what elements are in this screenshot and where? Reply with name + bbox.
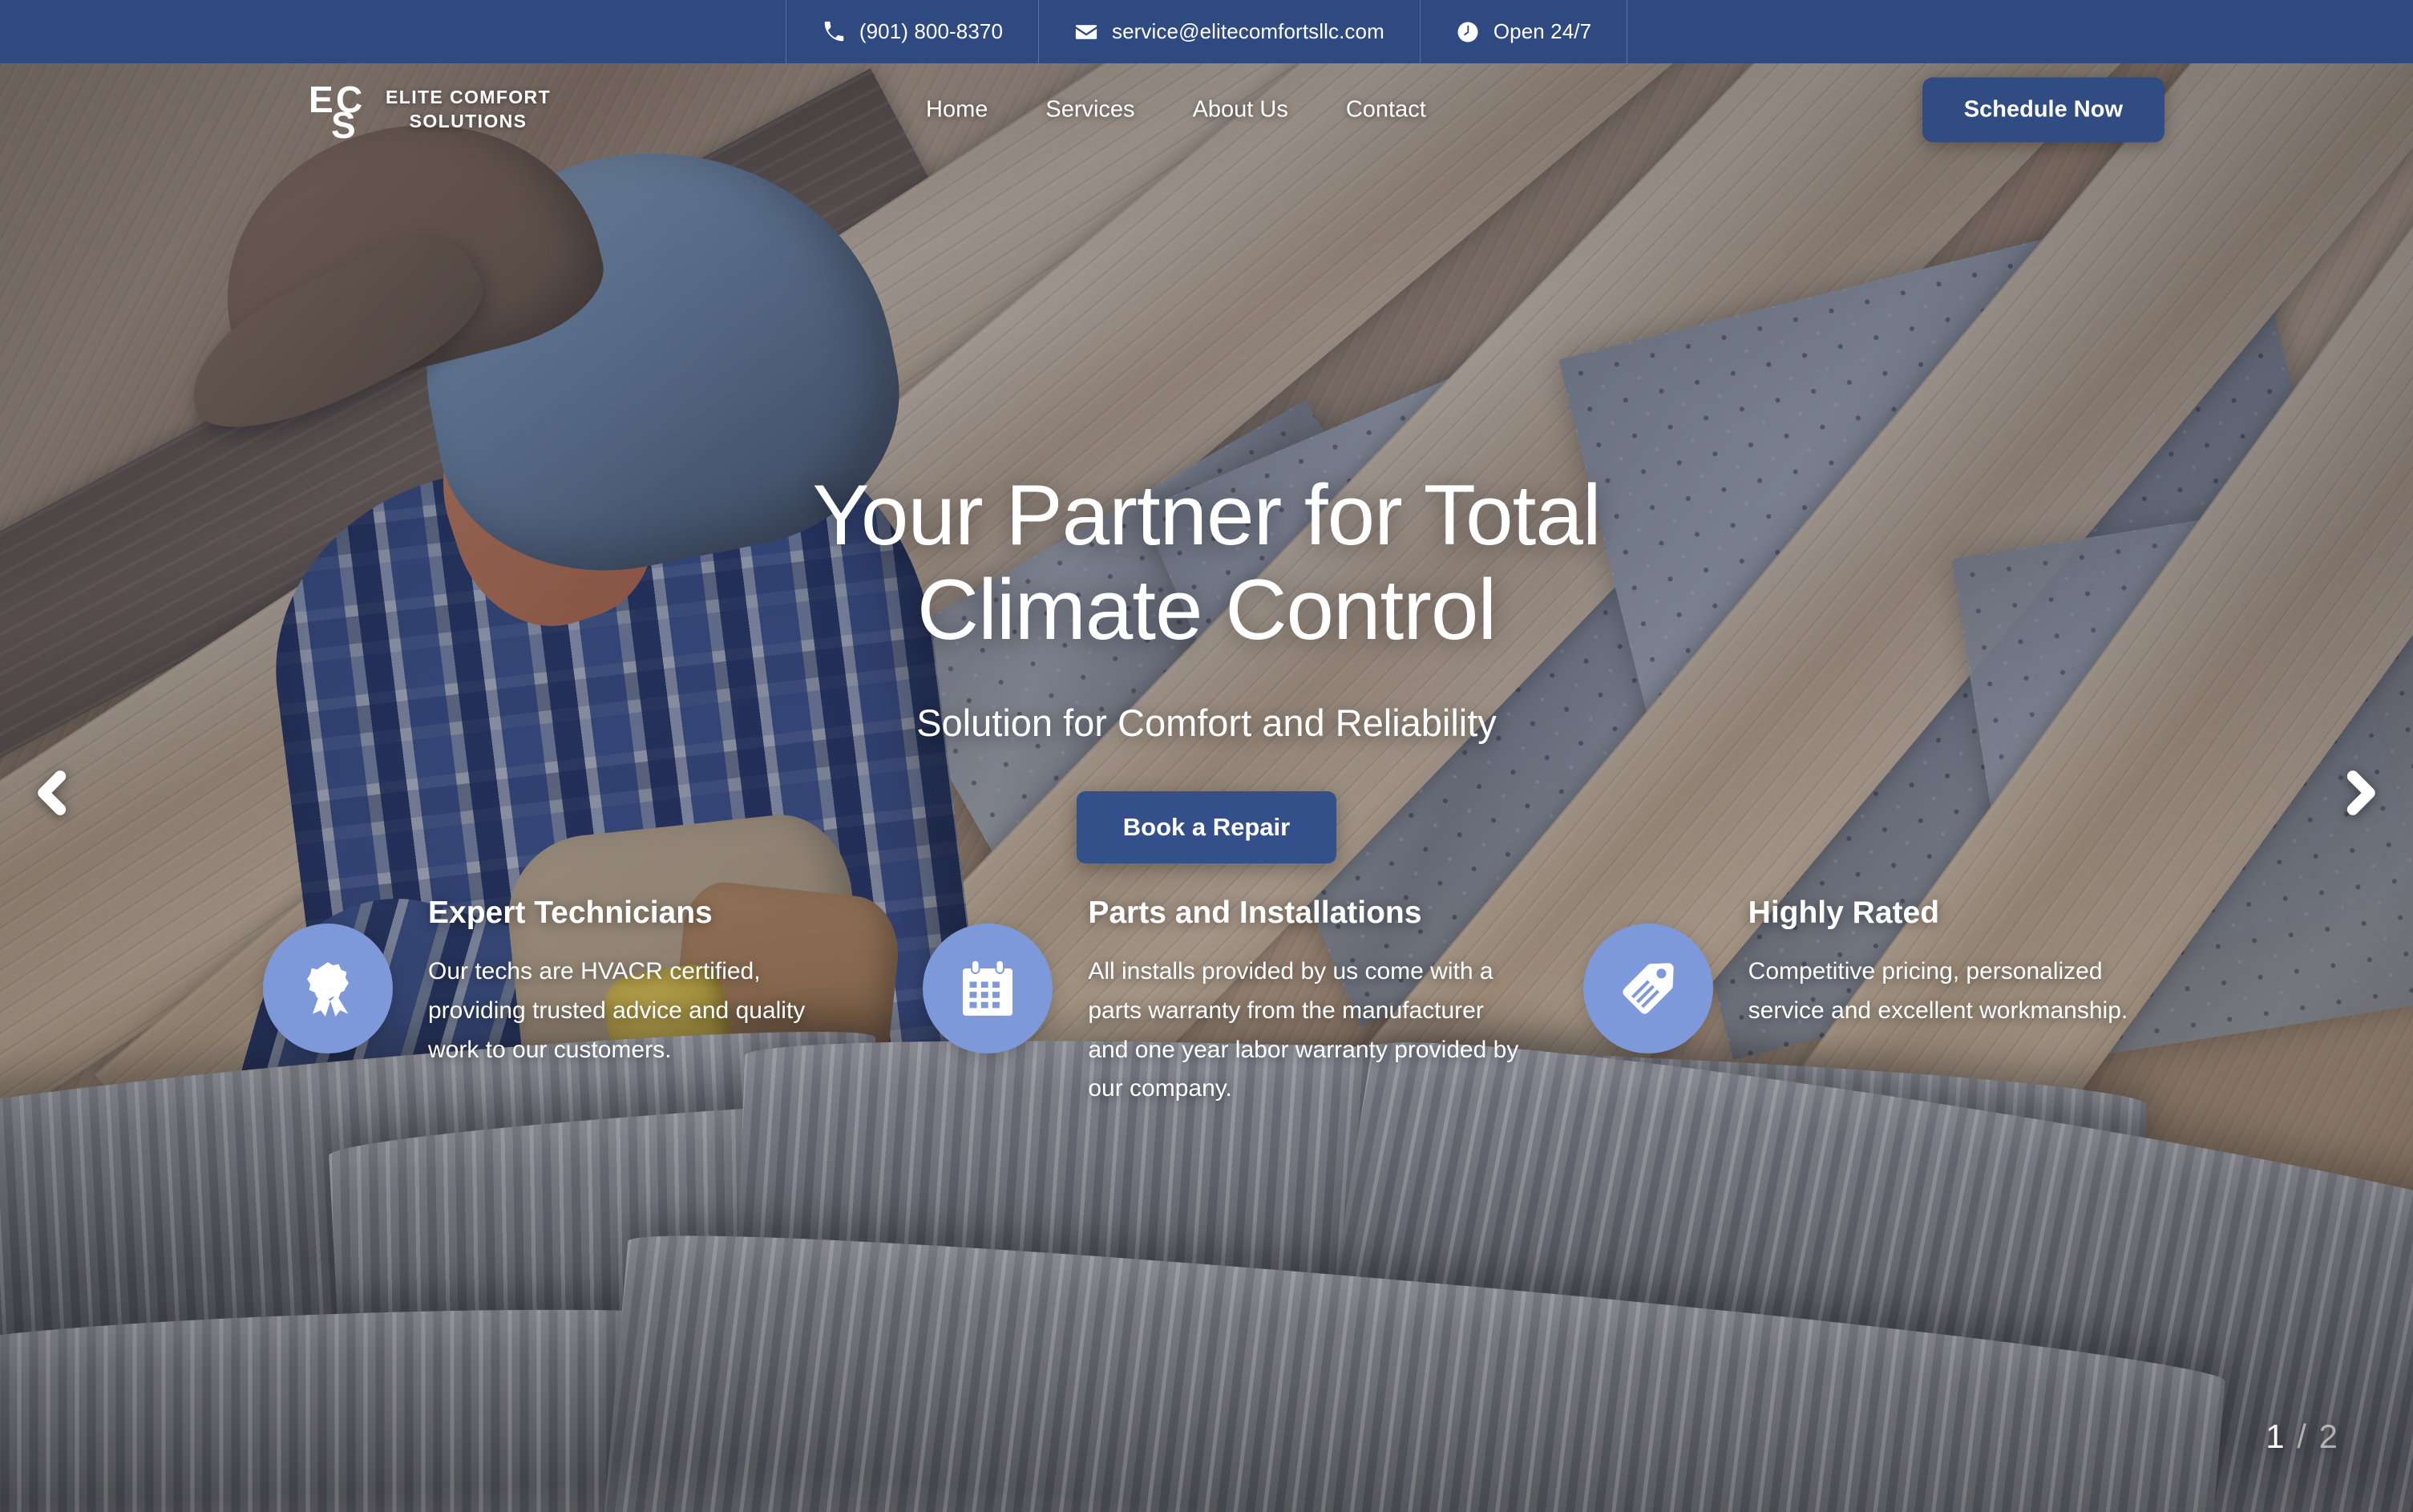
brand-logo[interactable]: E C S ELITE COMFORT SOLUTIONS: [309, 79, 551, 144]
ecs-monogram-icon: E C S: [309, 79, 368, 144]
feature-list: Expert Technicians Our techs are HVACR c…: [263, 890, 2179, 1109]
hero-subtitle: Solution for Comfort and Reliability: [916, 701, 1497, 745]
topbar-email-text: service@elitecomfortsllc.com: [1112, 19, 1384, 43]
feature-title: Expert Technicians: [428, 895, 713, 930]
feature-title: Parts and Installations: [1088, 895, 1422, 930]
hero-title: Your Partner for Total Climate Control: [245, 467, 2168, 657]
carousel-next-button[interactable]: [2323, 756, 2397, 830]
feature-description: All installs provided by us come with a …: [1088, 957, 1519, 1102]
brand-name-line2: SOLUTIONS: [409, 111, 527, 131]
topbar-email[interactable]: service@elitecomfortsllc.com: [1039, 0, 1421, 63]
feature-card-body: Parts and Installations All installs pro…: [1088, 890, 1518, 1109]
price-tag-icon: [1582, 924, 1713, 1053]
feature-card: Highly Rated Competitive pricing, person…: [1582, 890, 2179, 1109]
feature-description: Our techs are HVACR certified, providing…: [428, 957, 806, 1063]
clock-icon: [1456, 20, 1480, 44]
primary-navigation: Home Services About Us Contact: [926, 97, 1426, 123]
nav-item-about-us[interactable]: About Us: [1193, 97, 1288, 123]
carousel-prev-button[interactable]: [16, 756, 90, 830]
schedule-now-button[interactable]: Schedule Now: [1922, 77, 2164, 143]
topbar-hours-text: Open 24/7: [1493, 19, 1592, 43]
chevron-right-icon: [2335, 768, 2385, 818]
calendar-icon: [923, 924, 1053, 1053]
monogram-letter-e: E: [309, 79, 333, 120]
feature-description: Competitive pricing, personalized servic…: [1748, 957, 2128, 1024]
carousel-current-slide: 1: [2265, 1417, 2286, 1455]
topbar-phone[interactable]: (901) 800-8370: [785, 0, 1040, 63]
nav-item-contact[interactable]: Contact: [1346, 97, 1426, 123]
phone-icon: [822, 20, 846, 44]
page-root: (901) 800-8370 service@elitecomfortsllc.…: [0, 0, 2413, 1512]
carousel-slide-counter: 1 / 2: [2265, 1417, 2339, 1456]
feature-card: Parts and Installations All installs pro…: [923, 890, 1518, 1109]
feature-card: Expert Technicians Our techs are HVACR c…: [263, 890, 859, 1109]
chevron-left-icon: [28, 768, 78, 818]
envelope-icon: [1074, 20, 1098, 44]
carousel-total-slides: / 2: [2297, 1417, 2339, 1455]
feature-card-body: Expert Technicians Our techs are HVACR c…: [428, 890, 859, 1069]
site-header: E C S ELITE COMFORT SOLUTIONS Home Servi…: [0, 63, 2413, 156]
nav-item-services[interactable]: Services: [1045, 97, 1134, 123]
hero-text-block: Your Partner for Total Climate Control S…: [245, 467, 2168, 864]
topbar-hours[interactable]: Open 24/7: [1421, 0, 1628, 63]
monogram-letter-s: S: [331, 104, 356, 146]
feature-title: Highly Rated: [1748, 895, 1940, 930]
hero-title-line2: Climate Control: [916, 560, 1497, 657]
topbar-phone-text: (901) 800-8370: [859, 19, 1004, 43]
brand-name-line1: ELITE COMFORT: [386, 87, 552, 108]
top-contact-bar-inner: (901) 800-8370 service@elitecomfortsllc.…: [785, 0, 1628, 63]
nav-item-home[interactable]: Home: [926, 97, 988, 123]
top-contact-bar: (901) 800-8370 service@elitecomfortsllc.…: [0, 0, 2413, 63]
brand-name: ELITE COMFORT SOLUTIONS: [386, 86, 551, 134]
book-a-repair-button[interactable]: Book a Repair: [1076, 791, 1337, 864]
feature-card-body: Highly Rated Competitive pricing, person…: [1748, 890, 2179, 1031]
award-ribbon-icon: [263, 924, 393, 1053]
hero-title-line1: Your Partner for Total: [812, 467, 1601, 563]
